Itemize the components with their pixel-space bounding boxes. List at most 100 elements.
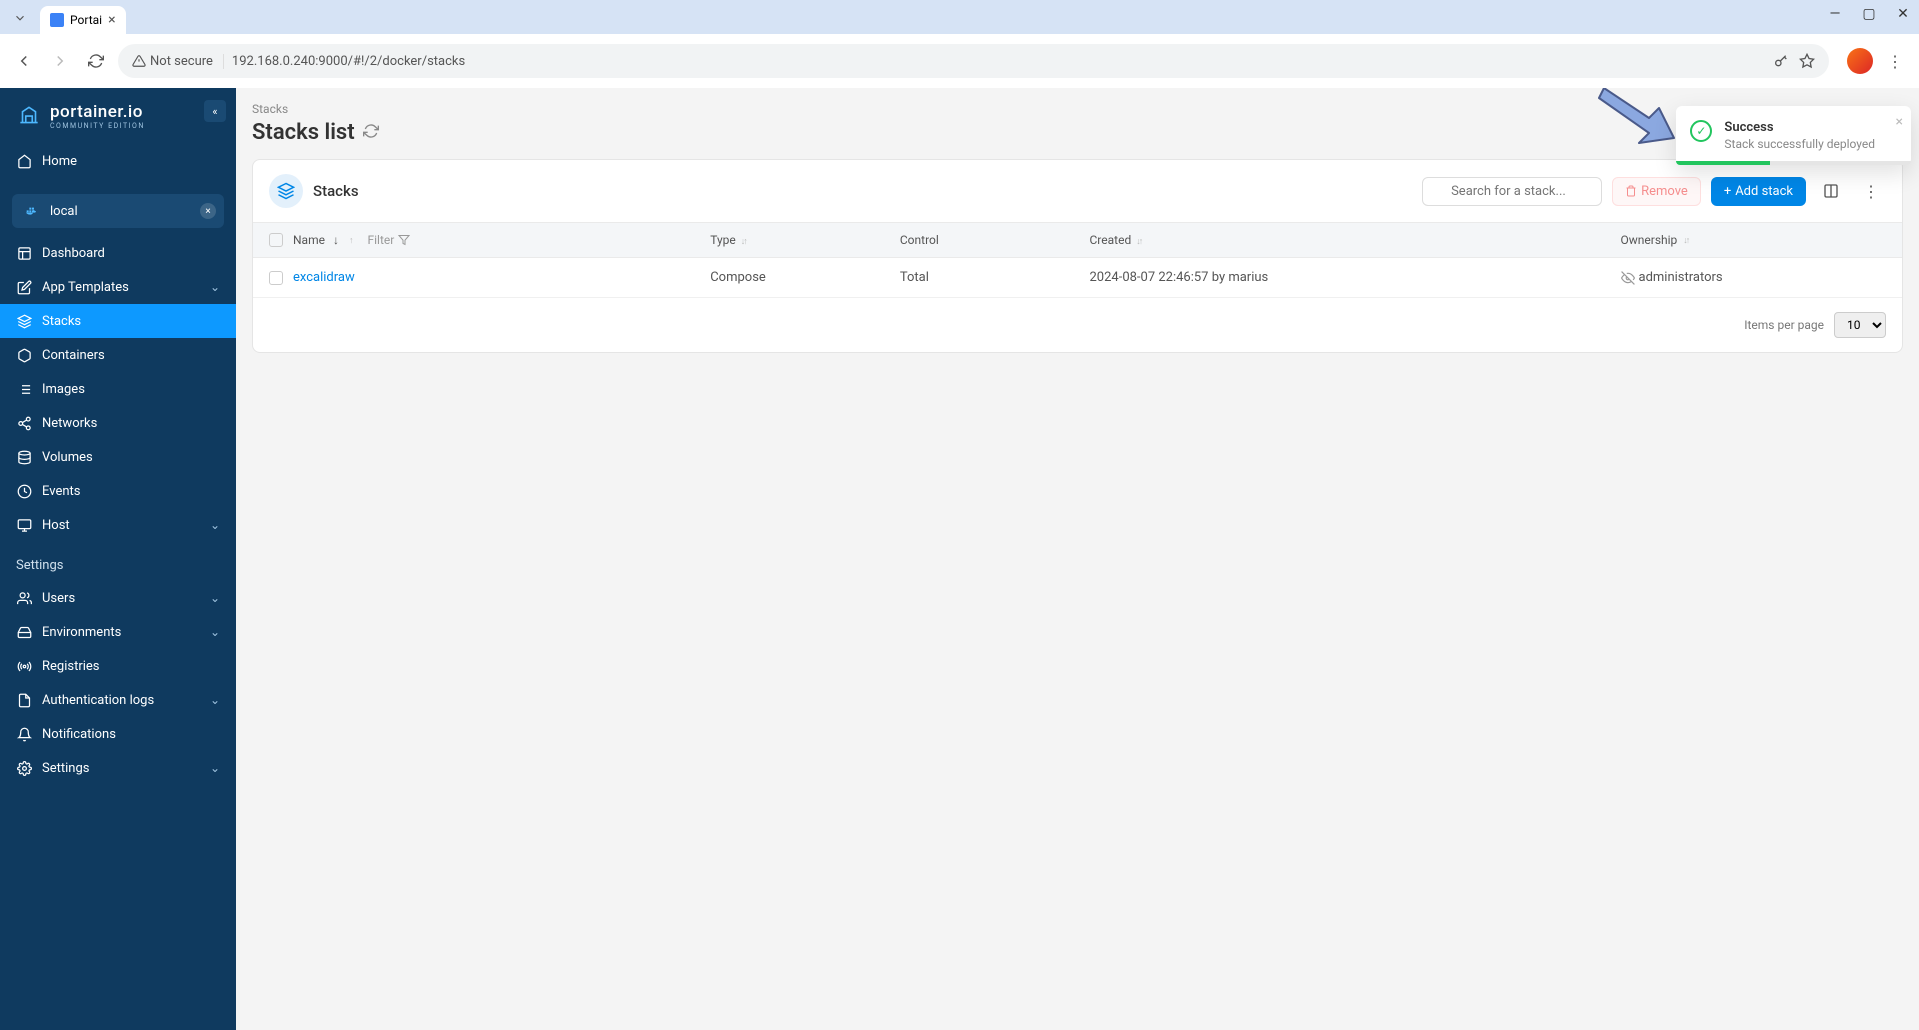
- remove-button[interactable]: Remove: [1612, 177, 1701, 206]
- tabs-dropdown[interactable]: [8, 6, 32, 30]
- minimize-icon[interactable]: —: [1827, 6, 1843, 22]
- bookmark-icon[interactable]: [1799, 53, 1815, 69]
- page-title: Stacks list: [252, 120, 355, 145]
- sidebar-section-settings: Settings: [0, 542, 236, 581]
- chevron-down-icon: ⌄: [210, 693, 220, 707]
- url-text: 192.168.0.240:9000/#!/2/docker/stacks: [232, 54, 465, 69]
- chevron-down-icon: ⌄: [210, 518, 220, 532]
- chevron-down-icon: ⌄: [210, 280, 220, 294]
- sort-icon: ↓↑: [741, 237, 746, 247]
- stacks-panel: Stacks 🔍 Remove + Add stack ⋮: [252, 159, 1903, 353]
- add-label: Add stack: [1735, 184, 1793, 199]
- sidebar-item-containers[interactable]: Containers: [0, 338, 236, 372]
- sidebar-item-home[interactable]: Home: [0, 144, 236, 178]
- sidebar-item-label: Users: [42, 591, 75, 606]
- sidebar-item-auth-logs[interactable]: Authentication logs ⌄: [0, 683, 236, 717]
- browser-tab[interactable]: Portai ×: [40, 6, 126, 34]
- reload-button[interactable]: [82, 47, 110, 75]
- docker-icon: [24, 203, 40, 219]
- search-input[interactable]: [1422, 177, 1602, 206]
- toast-close-icon[interactable]: ×: [1896, 114, 1903, 130]
- sidebar-item-volumes[interactable]: Volumes: [0, 440, 236, 474]
- layers-icon: [16, 313, 32, 329]
- cell-control: Total: [900, 270, 1090, 285]
- sidebar-item-label: Events: [42, 484, 80, 499]
- column-name-header[interactable]: Name ↓↑ Filter: [293, 233, 710, 247]
- sidebar-item-label: Environments: [42, 625, 121, 640]
- users-icon: [16, 590, 32, 606]
- sidebar-item-label: Settings: [42, 761, 89, 776]
- box-icon: [16, 347, 32, 363]
- env-close-icon[interactable]: ×: [200, 203, 216, 219]
- refresh-icon[interactable]: [363, 123, 379, 143]
- window-controls: — ▢ ✕: [1827, 6, 1911, 22]
- panel-footer: Items per page 10: [253, 298, 1902, 352]
- select-all-checkbox[interactable]: [269, 233, 283, 247]
- back-button[interactable]: [10, 47, 38, 75]
- chevron-down-icon: ⌄: [210, 761, 220, 775]
- column-created-header[interactable]: Created ↓↑: [1090, 233, 1621, 247]
- toast-title: Success: [1724, 120, 1875, 135]
- pagination-select[interactable]: 10: [1834, 312, 1886, 338]
- sidebar-collapse-button[interactable]: «: [204, 100, 226, 122]
- sidebar-item-networks[interactable]: Networks: [0, 406, 236, 440]
- sidebar-item-dashboard[interactable]: Dashboard: [0, 236, 236, 270]
- sidebar-item-users[interactable]: Users ⌄: [0, 581, 236, 615]
- more-button[interactable]: ⋮: [1856, 176, 1886, 206]
- row-checkbox[interactable]: [269, 271, 283, 285]
- columns-button[interactable]: [1816, 176, 1846, 206]
- tab-favicon-icon: [50, 13, 64, 27]
- chevron-down-icon: ⌄: [210, 625, 220, 639]
- sidebar-item-notifications[interactable]: Notifications: [0, 717, 236, 751]
- sidebar-item-images[interactable]: Images: [0, 372, 236, 406]
- browser-chrome: Portai × — ▢ ✕ Not secure 192.168.0.240:…: [0, 0, 1919, 88]
- sidebar-item-label: Stacks: [42, 314, 81, 329]
- sort-icon: ↓↑: [1683, 235, 1688, 246]
- cell-created: 2024-08-07 22:46:57 by marius: [1090, 270, 1621, 285]
- profile-avatar[interactable]: [1847, 48, 1873, 74]
- main-content: Stacks Stacks list Stacks 🔍 Re: [236, 88, 1919, 1030]
- sidebar-item-app-templates[interactable]: App Templates ⌄: [0, 270, 236, 304]
- portainer-logo-icon: [16, 103, 42, 129]
- forward-button[interactable]: [46, 47, 74, 75]
- sidebar-item-environments[interactable]: Environments ⌄: [0, 615, 236, 649]
- clock-icon: [16, 483, 32, 499]
- sidebar-item-registries[interactable]: Registries: [0, 649, 236, 683]
- key-icon[interactable]: [1773, 53, 1789, 69]
- sidebar-item-host[interactable]: Host ⌄: [0, 508, 236, 542]
- file-icon: [16, 692, 32, 708]
- list-icon: [16, 381, 32, 397]
- close-window-icon[interactable]: ✕: [1895, 6, 1911, 22]
- sidebar-environment-local[interactable]: local ×: [12, 194, 224, 228]
- column-ownership-header[interactable]: Ownership ↓↑: [1621, 233, 1887, 247]
- sidebar-item-settings[interactable]: Settings ⌄: [0, 751, 236, 785]
- table-row: excalidraw Compose Total 2024-08-07 22:4…: [253, 258, 1902, 298]
- table-header: Name ↓↑ Filter Type ↓↑ Control Created ↓…: [253, 223, 1902, 258]
- column-type-header[interactable]: Type ↓↑: [710, 233, 900, 247]
- sidebar-item-stacks[interactable]: Stacks: [0, 304, 236, 338]
- gear-icon: [16, 760, 32, 776]
- filter-icon: [398, 234, 410, 246]
- security-indicator[interactable]: Not secure: [132, 54, 224, 69]
- sidebar-item-label: Authentication logs: [42, 693, 154, 708]
- add-stack-button[interactable]: + Add stack: [1711, 177, 1806, 206]
- tab-close-icon[interactable]: ×: [108, 12, 115, 28]
- browser-menu-icon[interactable]: ⋮: [1881, 47, 1909, 75]
- server-icon: [16, 517, 32, 533]
- panel-header: Stacks 🔍 Remove + Add stack ⋮: [253, 160, 1902, 223]
- sidebar-item-label: Notifications: [42, 727, 116, 742]
- annotation-arrow-icon: [1589, 88, 1679, 158]
- maximize-icon[interactable]: ▢: [1861, 6, 1877, 22]
- stack-name-link[interactable]: excalidraw: [293, 270, 355, 285]
- sidebar-item-label: Networks: [42, 416, 97, 431]
- bell-icon: [16, 726, 32, 742]
- logo-title: portainer.io: [50, 102, 145, 122]
- filter-button[interactable]: Filter: [367, 233, 410, 247]
- sidebar-item-events[interactable]: Events: [0, 474, 236, 508]
- pagination-label: Items per page: [1744, 318, 1824, 332]
- layout-icon: [16, 245, 32, 261]
- sidebar-item-label: Host: [42, 518, 70, 533]
- sidebar-item-label: Registries: [42, 659, 100, 674]
- layers-icon: [277, 182, 295, 200]
- address-bar[interactable]: Not secure 192.168.0.240:9000/#!/2/docke…: [118, 44, 1829, 78]
